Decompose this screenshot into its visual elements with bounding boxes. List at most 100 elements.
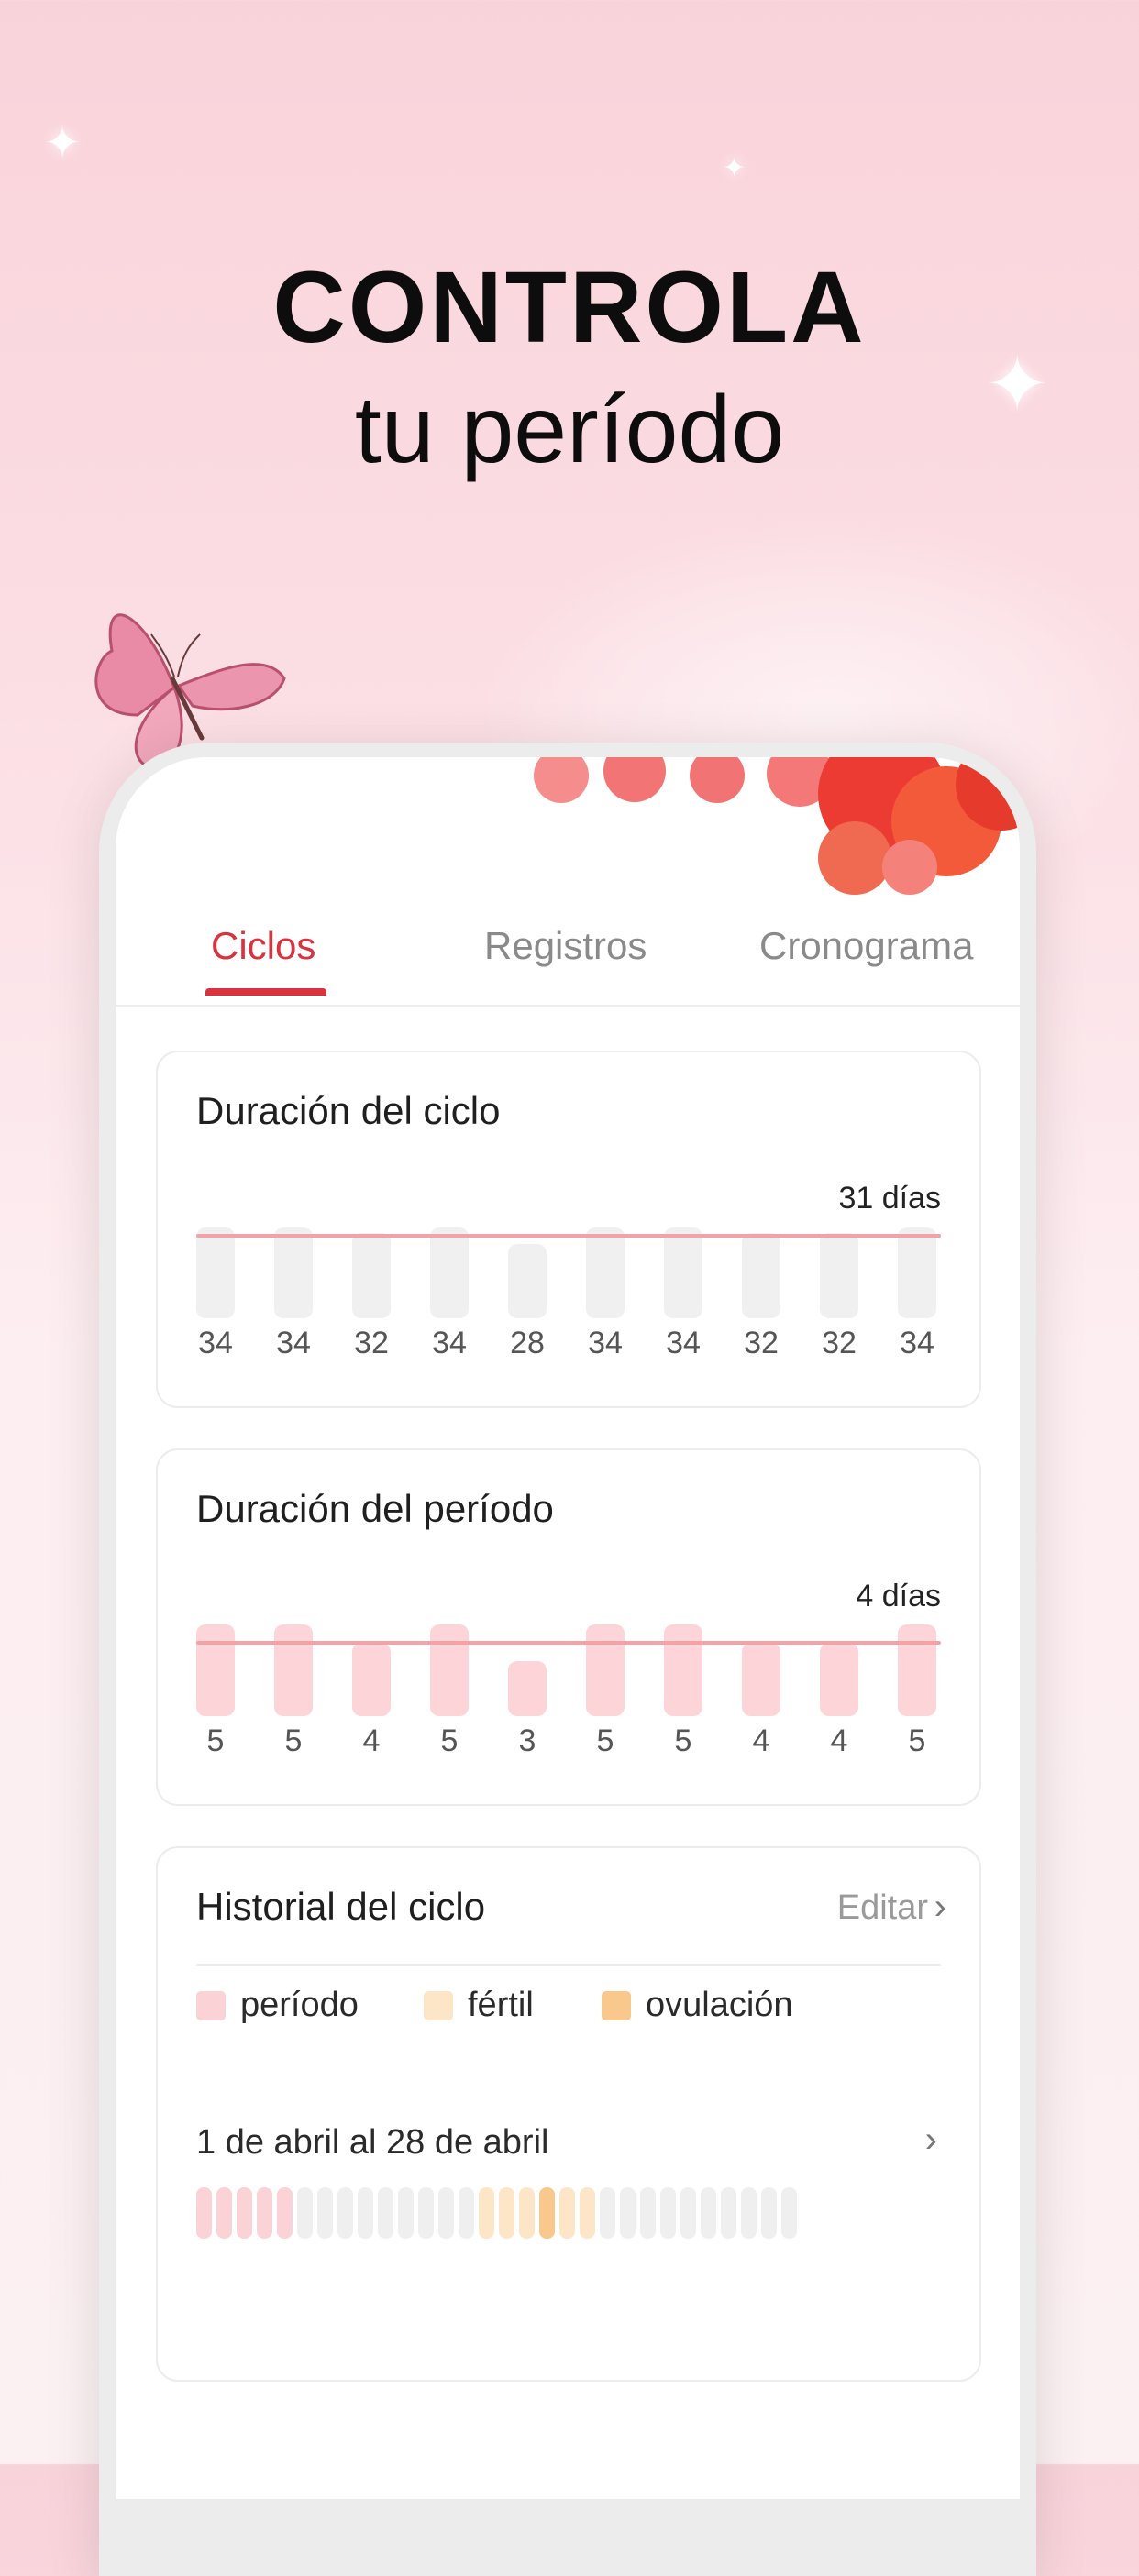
day-cell-none bbox=[761, 2187, 777, 2239]
edit-link[interactable]: Editar bbox=[837, 1888, 928, 1928]
bar bbox=[196, 1624, 235, 1716]
legend-ovulation: ovulación bbox=[602, 1986, 793, 2025]
bar bbox=[586, 1624, 625, 1716]
bar-value-label: 5 bbox=[206, 1723, 225, 1758]
bar bbox=[352, 1643, 391, 1716]
average-line bbox=[196, 1234, 941, 1238]
bar-value-label: 3 bbox=[518, 1723, 536, 1758]
bar-value-label: 5 bbox=[284, 1723, 303, 1758]
day-cell-fertile bbox=[519, 2187, 535, 2239]
bar bbox=[274, 1227, 313, 1318]
bar-value-label: 34 bbox=[276, 1326, 311, 1360]
legend-label: ovulación bbox=[646, 1986, 793, 2024]
bar bbox=[664, 1624, 702, 1716]
average-line bbox=[196, 1641, 941, 1645]
day-cell-ovulation bbox=[539, 2187, 555, 2239]
bar bbox=[274, 1624, 313, 1716]
day-cell-none bbox=[378, 2187, 393, 2239]
day-cell-fertile bbox=[559, 2187, 575, 2239]
day-cell-none bbox=[741, 2187, 757, 2239]
bar bbox=[664, 1227, 702, 1318]
bar-value-label: 28 bbox=[510, 1326, 545, 1360]
day-cell-none bbox=[398, 2187, 414, 2239]
bar bbox=[508, 1243, 547, 1318]
bar bbox=[742, 1643, 780, 1716]
bar-value-label: 34 bbox=[666, 1326, 701, 1360]
bar bbox=[586, 1227, 625, 1318]
tab-registros[interactable]: Registros bbox=[484, 924, 647, 968]
average-label: 31 días bbox=[838, 1181, 941, 1216]
divider bbox=[196, 1964, 941, 1966]
day-cell-none bbox=[721, 2187, 736, 2239]
bar-value-label: 4 bbox=[362, 1723, 381, 1758]
bar bbox=[508, 1661, 547, 1716]
day-cell-none bbox=[438, 2187, 454, 2239]
period-length-chart: 4 días 5 5 4 5 3 5 5 4 4 5 bbox=[196, 1579, 941, 1789]
bar-value-label: 32 bbox=[744, 1326, 779, 1360]
bar bbox=[898, 1227, 936, 1318]
day-cell-period bbox=[237, 2187, 252, 2239]
card-title: Duración del ciclo bbox=[196, 1089, 501, 1132]
bar bbox=[820, 1643, 858, 1716]
bar bbox=[196, 1227, 235, 1318]
day-cell-none bbox=[680, 2187, 696, 2239]
average-label: 4 días bbox=[856, 1579, 941, 1613]
cycle-range-label[interactable]: 1 de abril al 28 de abril bbox=[196, 2123, 548, 2163]
bar-value-label: 5 bbox=[674, 1723, 692, 1758]
tab-cronograma[interactable]: Cronograma bbox=[759, 924, 973, 968]
bar bbox=[352, 1233, 391, 1318]
bar-value-label: 4 bbox=[752, 1723, 770, 1758]
period-length-card[interactable]: Duración del período 4 días 5 5 4 5 3 5 5 4 4 5 bbox=[156, 1448, 981, 1806]
bar bbox=[742, 1233, 780, 1318]
day-cell-none bbox=[358, 2187, 373, 2239]
day-cell-none bbox=[620, 2187, 636, 2239]
bar-value-label: 34 bbox=[198, 1326, 233, 1360]
day-cell-none bbox=[317, 2187, 333, 2239]
card-title: Duración del período bbox=[196, 1487, 554, 1530]
day-cell-none bbox=[701, 2187, 716, 2239]
day-cell-period bbox=[257, 2187, 272, 2239]
legend-fertile: fértil bbox=[424, 1986, 534, 2025]
day-cell-period bbox=[196, 2187, 212, 2239]
day-cell-fertile bbox=[479, 2187, 494, 2239]
sparkle-icon: ✦ bbox=[44, 117, 82, 169]
bar-value-label: 34 bbox=[432, 1326, 467, 1360]
day-cell-fertile bbox=[580, 2187, 595, 2239]
headline-title: CONTROLA bbox=[272, 251, 867, 364]
legend-label: período bbox=[240, 1986, 359, 2024]
tab-active-indicator bbox=[205, 988, 326, 996]
cycle-history-card: Historial del ciclo Editar › período fér… bbox=[156, 1846, 981, 2382]
legend-swatch bbox=[424, 1991, 453, 2020]
legend-swatch bbox=[196, 1991, 226, 2020]
day-cell-period bbox=[277, 2187, 293, 2239]
day-cell-period bbox=[216, 2187, 232, 2239]
bar-value-label: 32 bbox=[822, 1326, 857, 1360]
bar bbox=[430, 1624, 469, 1716]
chevron-right-icon[interactable]: › bbox=[925, 2119, 937, 2161]
flower-decoration bbox=[534, 757, 1020, 895]
bar bbox=[820, 1233, 858, 1318]
bar bbox=[898, 1624, 936, 1716]
tab-ciclos[interactable]: Ciclos bbox=[211, 924, 315, 968]
chevron-right-icon[interactable]: › bbox=[934, 1887, 946, 1928]
legend-period: período bbox=[196, 1986, 359, 2025]
legend-swatch bbox=[602, 1991, 631, 2020]
bar bbox=[430, 1227, 469, 1318]
day-cell-none bbox=[418, 2187, 434, 2239]
bar-value-label: 34 bbox=[900, 1326, 934, 1360]
day-cell-none bbox=[337, 2187, 353, 2239]
cycle-length-card[interactable]: Duración del ciclo 31 días 34 34 32 34 28 34 3… bbox=[156, 1051, 981, 1408]
sparkle-icon: ✦ bbox=[723, 152, 746, 184]
day-cell-none bbox=[660, 2187, 676, 2239]
bar-value-label: 5 bbox=[596, 1723, 614, 1758]
app-screen: Ciclos Registros Cronograma Duración del… bbox=[116, 757, 1020, 2499]
day-cell-none bbox=[640, 2187, 656, 2239]
bar-value-label: 4 bbox=[830, 1723, 848, 1758]
day-cell-none bbox=[781, 2187, 797, 2239]
cycle-length-chart: 31 días 34 34 32 34 28 34 34 32 32 34 bbox=[196, 1181, 941, 1392]
bar-value-label: 5 bbox=[908, 1723, 926, 1758]
day-cell-none bbox=[297, 2187, 313, 2239]
bar-value-label: 32 bbox=[354, 1326, 389, 1360]
day-cell-fertile bbox=[499, 2187, 514, 2239]
bar-value-label: 34 bbox=[588, 1326, 623, 1360]
